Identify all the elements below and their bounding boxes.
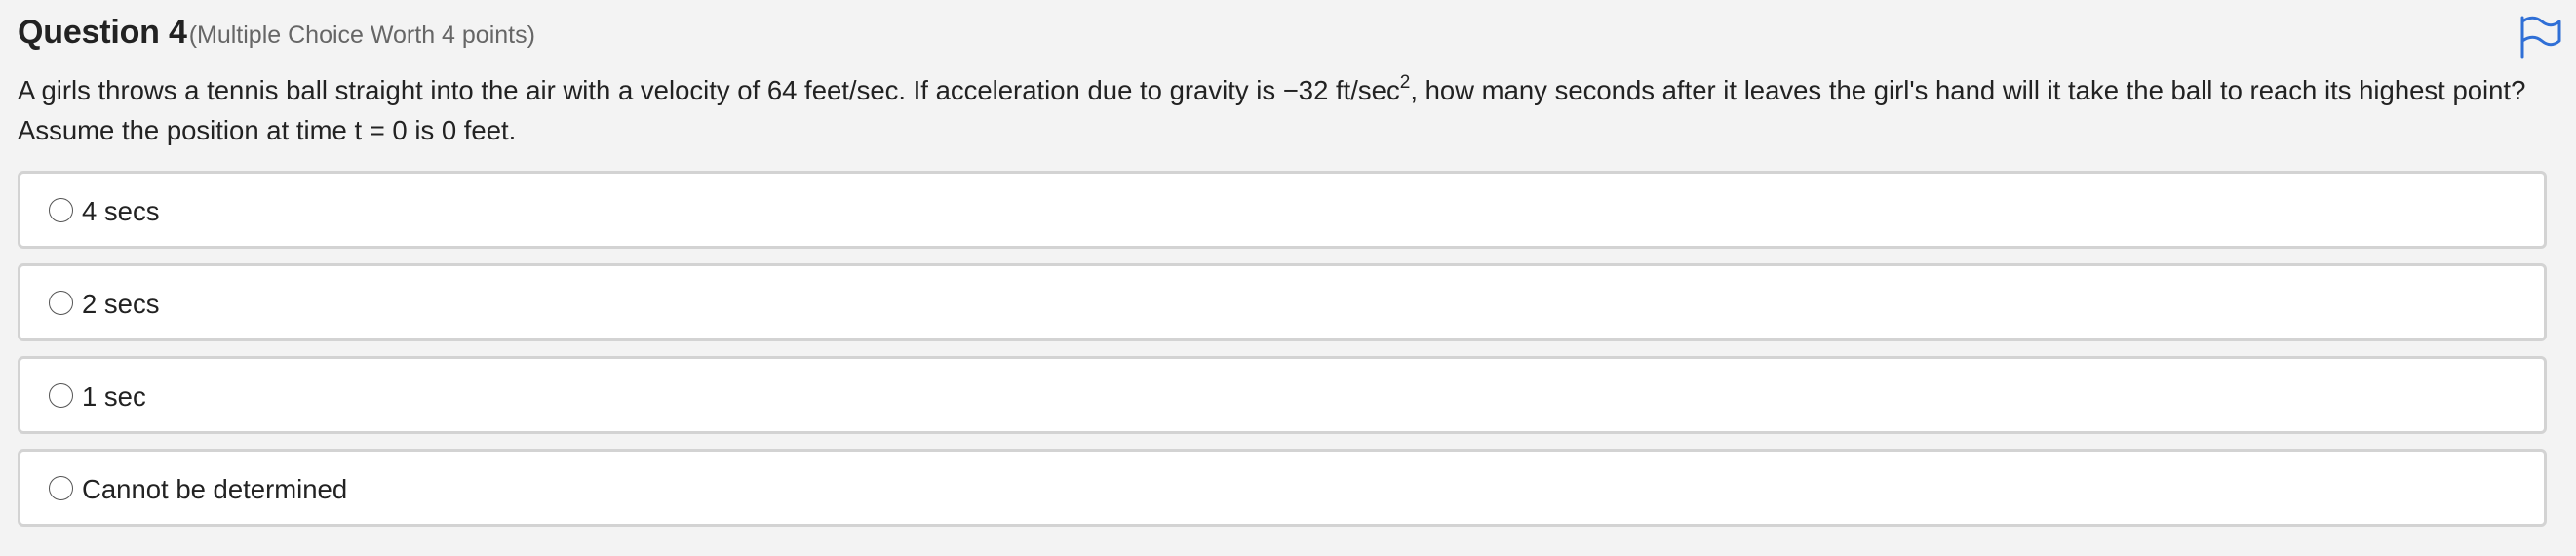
prompt-superscript: 2	[1399, 71, 1411, 93]
choice-option-3[interactable]: 1 sec	[18, 356, 2547, 434]
choice-label: 4 secs	[82, 196, 160, 226]
choice-label: 1 sec	[82, 381, 146, 412]
radio-button[interactable]	[49, 383, 73, 408]
choice-option-4[interactable]: Cannot be determined	[18, 449, 2547, 527]
flag-icon	[2520, 16, 2561, 59]
choice-option-1[interactable]: 4 secs	[18, 171, 2547, 249]
choice-label: Cannot be determined	[82, 474, 348, 504]
radio-button[interactable]	[49, 291, 73, 315]
choice-label: 2 secs	[82, 289, 160, 319]
flag-button[interactable]	[2517, 14, 2563, 59]
choice-option-2[interactable]: 2 secs	[18, 263, 2547, 341]
prompt-text-part1: A girls throws a tennis ball straight in…	[18, 75, 1400, 105]
radio-button[interactable]	[49, 198, 73, 222]
question-title: Question 4	[18, 14, 187, 51]
question-header: Question 4 (Multiple Choice Worth 4 poin…	[18, 14, 535, 57]
question-points: (Multiple Choice Worth 4 points)	[188, 21, 535, 49]
radio-button[interactable]	[49, 476, 73, 500]
question-prompt: A girls throws a tennis ball straight in…	[18, 70, 2533, 150]
